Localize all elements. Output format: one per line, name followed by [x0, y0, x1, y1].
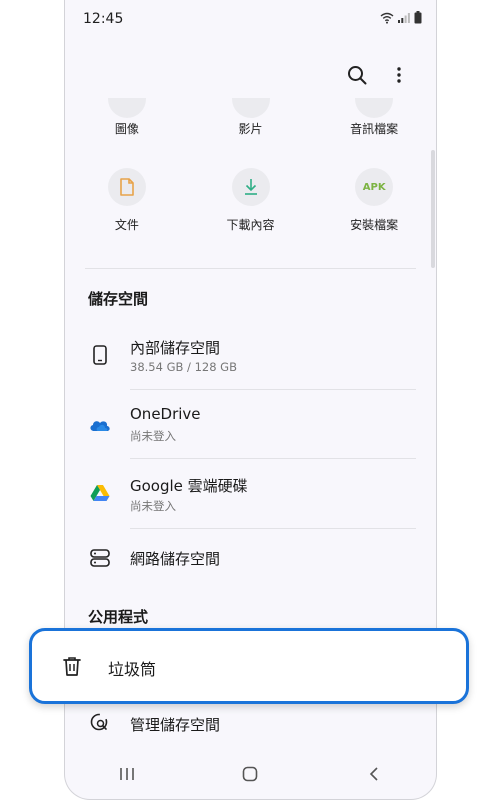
category-row-partial: 圖像 影片 音訊檔案	[65, 98, 436, 137]
trash-item-highlighted[interactable]: 垃圾筒	[29, 628, 469, 704]
search-button[interactable]	[346, 64, 368, 86]
image-icon	[107, 98, 146, 118]
storage-item-google-drive[interactable]: Google 雲端硬碟 尚未登入	[65, 460, 436, 530]
storage-item-subtitle: 尚未登入	[130, 429, 176, 443]
back-icon	[370, 767, 378, 781]
apk-icon: APK	[355, 168, 394, 206]
category-label: 影片	[238, 122, 263, 136]
category-label: 音訊檔案	[350, 122, 399, 136]
category-documents[interactable]: 文件	[65, 168, 189, 233]
battery-icon	[414, 11, 422, 24]
more-options-button[interactable]	[388, 64, 410, 86]
storage-item-title: 網路儲存空間	[130, 550, 221, 568]
category-downloads[interactable]: 下載內容	[189, 168, 313, 233]
wifi-icon	[380, 12, 394, 24]
status-icons	[380, 11, 422, 24]
trash-label: 垃圾筒	[108, 660, 157, 679]
phone-icon	[89, 344, 111, 366]
storage-item-network[interactable]: 網路儲存空間	[65, 530, 436, 586]
section-divider	[85, 268, 416, 269]
recent-apps-button[interactable]	[116, 763, 138, 785]
top-actions	[346, 64, 410, 86]
more-vertical-icon	[397, 67, 401, 83]
manage-storage-icon	[89, 712, 111, 734]
category-audio[interactable]: 音訊檔案	[312, 98, 436, 137]
storage-item-title: OneDrive	[130, 405, 201, 423]
recent-apps-icon	[120, 768, 134, 780]
category-label: 圖像	[114, 122, 139, 136]
storage-section-title: 儲存空間	[88, 290, 149, 308]
item-divider	[130, 458, 416, 459]
network-storage-icon	[89, 547, 111, 569]
item-divider	[130, 528, 416, 529]
trash-icon	[61, 655, 83, 677]
category-installation-files[interactable]: APK 安裝檔案	[312, 168, 436, 233]
category-row: 文件 下載內容 APK 安裝檔案	[65, 168, 436, 233]
storage-item-title: Google 雲端硬碟	[130, 477, 248, 495]
document-icon	[107, 168, 146, 206]
home-icon	[243, 766, 258, 782]
storage-item-internal[interactable]: 內部儲存空間 38.54 GB / 128 GB	[65, 322, 436, 392]
google-drive-icon	[89, 482, 111, 504]
utility-item-title: 管理儲存空間	[130, 716, 221, 734]
onedrive-icon	[89, 414, 111, 436]
category-label: 安裝檔案	[350, 218, 399, 232]
search-icon	[348, 66, 367, 85]
home-button[interactable]	[239, 763, 261, 785]
storage-item-title: 內部儲存空間	[130, 339, 221, 357]
storage-item-onedrive[interactable]: OneDrive 尚未登入	[65, 390, 436, 460]
storage-item-subtitle: 尚未登入	[130, 499, 176, 513]
utility-item-manage-storage[interactable]: 管理儲存空間	[65, 706, 436, 740]
navigation-bar	[65, 763, 436, 785]
edge-panel-handle[interactable]	[431, 150, 435, 268]
category-label: 下載內容	[226, 218, 275, 232]
video-icon	[231, 98, 270, 118]
audio-icon	[355, 98, 394, 118]
category-label: 文件	[114, 218, 139, 232]
status-time: 12:45	[83, 11, 124, 27]
download-icon	[231, 168, 270, 206]
apk-badge: APK	[362, 181, 386, 193]
back-button[interactable]	[363, 763, 385, 785]
signal-icon	[398, 13, 410, 23]
status-bar: 12:45	[65, 0, 436, 40]
category-images[interactable]: 圖像	[65, 98, 189, 137]
category-videos[interactable]: 影片	[189, 98, 313, 137]
utilities-section-title: 公用程式	[88, 608, 149, 626]
storage-item-subtitle: 38.54 GB / 128 GB	[130, 360, 237, 374]
